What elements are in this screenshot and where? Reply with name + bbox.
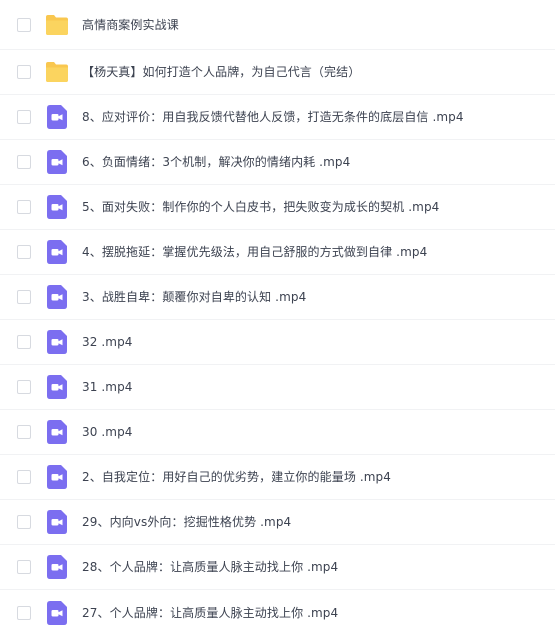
file-name[interactable]: 27、个人品牌：让高质量人脉主动找上你 .mp4 — [82, 605, 338, 621]
list-item-video[interactable]: 3、战胜自卑：颠覆你对自卑的认知 .mp4 — [0, 275, 555, 320]
checkbox[interactable] — [17, 425, 31, 439]
file-name[interactable]: 6、负面情绪：3个机制，解决你的情绪内耗 .mp4 — [82, 154, 350, 170]
file-name[interactable]: 29、内向vs外向：挖掘性格优势 .mp4 — [82, 514, 291, 530]
checkbox[interactable] — [17, 245, 31, 259]
list-item-folder[interactable]: 高情商案例实战课 — [0, 0, 555, 50]
list-item-video[interactable]: 27、个人品牌：让高质量人脉主动找上你 .mp4 — [0, 590, 555, 635]
list-item-video[interactable]: 6、负面情绪：3个机制，解决你的情绪内耗 .mp4 — [0, 140, 555, 185]
file-name[interactable]: 8、应对评价：用自我反馈代替他人反馈，打造无条件的底层自信 .mp4 — [82, 109, 464, 125]
file-name[interactable]: 5、面对失败：制作你的个人白皮书，把失败变为成长的契机 .mp4 — [82, 199, 439, 215]
video-file-icon — [47, 105, 67, 129]
file-list: 高情商案例实战课 【杨天真】如何打造个人品牌，为自己代言（完结） 8、应对评价：… — [0, 0, 555, 635]
file-name[interactable]: 32 .mp4 — [82, 334, 133, 350]
checkbox[interactable] — [17, 200, 31, 214]
file-name[interactable]: 28、个人品牌：让高质量人脉主动找上你 .mp4 — [82, 559, 338, 575]
video-file-icon — [47, 465, 67, 489]
list-item-video[interactable]: 31 .mp4 — [0, 365, 555, 410]
video-file-icon — [47, 285, 67, 309]
checkbox[interactable] — [17, 335, 31, 349]
checkbox[interactable] — [17, 560, 31, 574]
list-item-video[interactable]: 8、应对评价：用自我反馈代替他人反馈，打造无条件的底层自信 .mp4 — [0, 95, 555, 140]
checkbox[interactable] — [17, 470, 31, 484]
list-item-video[interactable]: 5、面对失败：制作你的个人白皮书，把失败变为成长的契机 .mp4 — [0, 185, 555, 230]
checkbox[interactable] — [17, 290, 31, 304]
video-file-icon — [47, 420, 67, 444]
checkbox[interactable] — [17, 17, 31, 32]
video-file-icon — [47, 375, 67, 399]
file-name[interactable]: 3、战胜自卑：颠覆你对自卑的认知 .mp4 — [82, 289, 306, 305]
file-name[interactable]: 【杨天真】如何打造个人品牌，为自己代言（完结） — [82, 64, 360, 80]
list-item-video[interactable]: 4、摆脱拖延：掌握优先级法，用自己舒服的方式做到自律 .mp4 — [0, 230, 555, 275]
video-file-icon — [47, 510, 67, 534]
checkbox[interactable] — [17, 515, 31, 529]
checkbox[interactable] — [17, 155, 31, 169]
folder-icon — [45, 61, 69, 83]
list-item-video[interactable]: 2、自我定位：用好自己的优劣势，建立你的能量场 .mp4 — [0, 455, 555, 500]
file-name[interactable]: 30 .mp4 — [82, 424, 133, 440]
video-file-icon — [47, 555, 67, 579]
list-item-video[interactable]: 29、内向vs外向：挖掘性格优势 .mp4 — [0, 500, 555, 545]
checkbox[interactable] — [17, 605, 31, 620]
checkbox[interactable] — [17, 65, 31, 79]
folder-icon — [45, 14, 69, 36]
video-file-icon — [47, 150, 67, 174]
list-item-video[interactable]: 30 .mp4 — [0, 410, 555, 455]
list-item-video[interactable]: 32 .mp4 — [0, 320, 555, 365]
file-name[interactable]: 高情商案例实战课 — [82, 17, 179, 33]
file-name[interactable]: 2、自我定位：用好自己的优劣势，建立你的能量场 .mp4 — [82, 469, 391, 485]
video-file-icon — [47, 240, 67, 264]
video-file-icon — [47, 195, 67, 219]
video-file-icon — [47, 330, 67, 354]
checkbox[interactable] — [17, 380, 31, 394]
checkbox[interactable] — [17, 110, 31, 124]
video-file-icon — [47, 600, 67, 625]
file-name[interactable]: 4、摆脱拖延：掌握优先级法，用自己舒服的方式做到自律 .mp4 — [82, 244, 427, 260]
file-name[interactable]: 31 .mp4 — [82, 379, 133, 395]
list-item-video[interactable]: 28、个人品牌：让高质量人脉主动找上你 .mp4 — [0, 545, 555, 590]
list-item-folder[interactable]: 【杨天真】如何打造个人品牌，为自己代言（完结） — [0, 50, 555, 95]
